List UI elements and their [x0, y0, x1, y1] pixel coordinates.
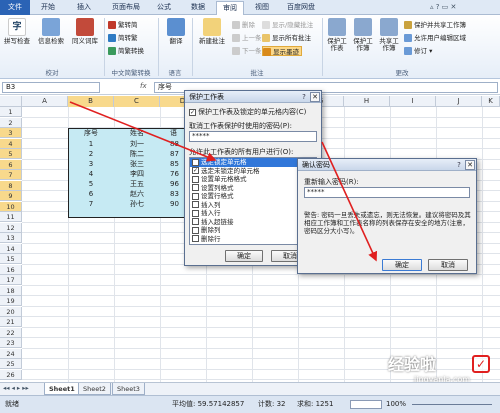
check-icon: ✓: [472, 355, 490, 373]
view-buttons[interactable]: [350, 400, 382, 409]
annotation-arrows: [69, 101, 378, 262]
sheet-tab[interactable]: Sheet2: [78, 383, 111, 395]
sheet-nav-icons[interactable]: ◂◂ ◂ ▸ ▸▸: [3, 384, 29, 392]
status-ready: 就绪: [5, 400, 19, 408]
sheet-tab[interactable]: Sheet1: [44, 383, 80, 395]
sheet-tab-bar: ◂◂ ◂ ▸ ▸▸ Sheet1 Sheet2 Sheet3: [0, 382, 500, 395]
status-sum: 求和: 1251: [297, 400, 334, 408]
status-count: 计数: 32: [258, 400, 286, 408]
sheet-tab[interactable]: Sheet3: [112, 383, 145, 395]
status-average: 平均值: 59.57142857: [172, 400, 245, 408]
zoom-slider[interactable]: [412, 404, 492, 405]
status-bar: 就绪 平均值: 59.57142857 计数: 32 求和: 1251 100%: [0, 395, 500, 413]
arrow-to-ok: [321, 141, 378, 262]
arrow-to-options: [69, 101, 217, 162]
zoom-level[interactable]: 100%: [386, 396, 406, 412]
